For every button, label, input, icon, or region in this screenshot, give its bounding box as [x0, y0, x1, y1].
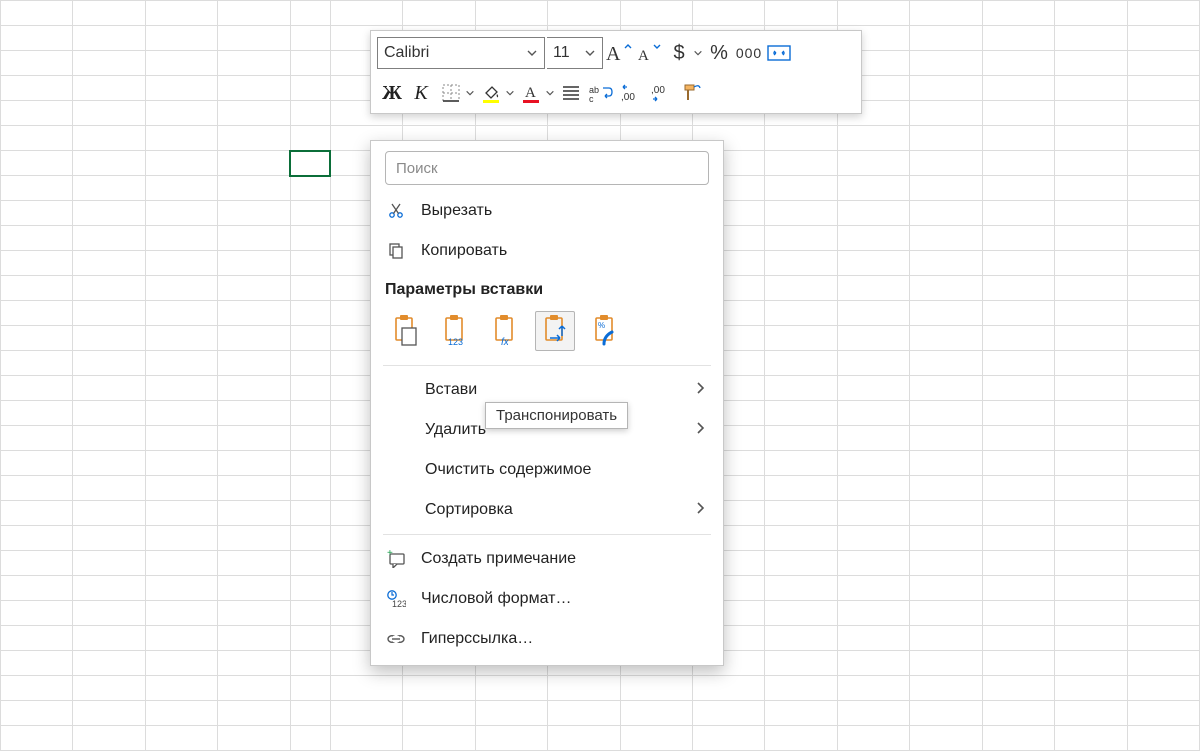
tooltip-text: Транспонировать	[496, 407, 617, 424]
menu-label: Создать примечание	[421, 550, 576, 568]
search-input[interactable]: Поиск	[385, 151, 709, 185]
link-icon	[385, 632, 407, 646]
chevron-down-icon	[505, 88, 515, 98]
font-name-combo[interactable]: Calibri	[377, 37, 545, 69]
chevron-down-icon	[584, 47, 596, 59]
copy-icon	[385, 242, 407, 260]
chevron-right-icon	[695, 421, 705, 440]
svg-text:,00: ,00	[621, 92, 635, 103]
menu-label: Сортировка	[385, 501, 513, 519]
decrease-decimal-icon[interactable]: ,00	[647, 77, 675, 109]
menu-cut[interactable]: Вырезать	[371, 191, 723, 231]
font-size-combo[interactable]: 11	[547, 37, 603, 69]
format-painter-icon[interactable]	[677, 77, 705, 109]
percent-format-icon[interactable]: %	[705, 37, 733, 69]
number-format-icon: 123	[385, 589, 407, 609]
separator	[383, 365, 711, 366]
menu-label: Удалить	[385, 421, 486, 439]
merge-cells-icon[interactable]	[765, 37, 793, 69]
paste-values-icon[interactable]: 123	[435, 311, 475, 351]
svg-text:fx: fx	[501, 337, 510, 348]
chevron-down-icon	[526, 47, 538, 59]
paste-options-row: 123 fx %	[371, 307, 723, 361]
menu-clear-contents[interactable]: Очистить содержимое	[371, 450, 723, 490]
svg-text:%: %	[598, 321, 605, 330]
paste-default-icon[interactable]	[385, 311, 425, 351]
font-color-icon: A	[517, 77, 545, 109]
bold-button[interactable]: Ж	[377, 77, 405, 109]
wrap-text-icon[interactable]: abc	[587, 77, 615, 109]
chevron-right-icon	[695, 381, 705, 400]
fill-color-icon	[477, 77, 505, 109]
currency-format-button[interactable]: $	[665, 37, 703, 69]
chevron-down-icon	[545, 88, 555, 98]
menu-number-format[interactable]: 123 Числовой формат…	[371, 579, 723, 619]
chevron-down-icon	[465, 88, 475, 98]
paste-formatting-icon[interactable]: %	[585, 311, 625, 351]
menu-label: Копировать	[421, 242, 507, 260]
fill-color-button[interactable]	[477, 77, 515, 109]
scissors-icon	[385, 202, 407, 220]
menu-label: Встави	[385, 381, 477, 399]
font-name-value: Calibri	[384, 44, 429, 62]
thousands-format-icon[interactable]: 000	[735, 37, 763, 69]
menu-label: Вырезать	[421, 202, 492, 220]
mini-toolbar: Calibri 11 A A $ % 000 Ж К	[370, 30, 862, 114]
increase-decimal-icon[interactable]: ,00	[617, 77, 645, 109]
search-placeholder: Поиск	[396, 160, 438, 177]
paste-transpose-icon[interactable]	[535, 311, 575, 351]
svg-text:+: +	[387, 550, 393, 559]
menu-label: Гиперссылка…	[421, 630, 533, 648]
svg-text:,00: ,00	[651, 85, 665, 96]
borders-icon	[437, 77, 465, 109]
menu-copy[interactable]: Копировать	[371, 231, 723, 271]
increase-font-icon[interactable]: A	[605, 37, 633, 69]
menu-sort[interactable]: Сортировка	[371, 490, 723, 530]
font-size-value: 11	[553, 44, 570, 62]
svg-text:A: A	[525, 85, 536, 101]
align-button[interactable]	[557, 77, 585, 109]
borders-button[interactable]	[437, 77, 475, 109]
svg-text:c: c	[589, 94, 594, 103]
italic-button[interactable]: К	[407, 77, 435, 109]
decrease-font-icon[interactable]: A	[635, 37, 663, 69]
svg-text:A: A	[638, 48, 649, 64]
paste-formulas-icon[interactable]: fx	[485, 311, 525, 351]
separator	[383, 534, 711, 535]
chevron-down-icon	[693, 48, 703, 58]
menu-label: Очистить содержимое	[385, 461, 591, 479]
font-color-button[interactable]: A	[517, 77, 555, 109]
svg-text:123: 123	[448, 337, 463, 347]
tooltip-transpose: Транспонировать	[485, 402, 628, 429]
menu-new-comment[interactable]: + Создать примечание	[371, 539, 723, 579]
paste-options-header: Параметры вставки	[371, 271, 723, 307]
svg-text:123: 123	[392, 599, 406, 609]
dollar-icon: $	[665, 37, 693, 69]
menu-hyperlink[interactable]: Гиперссылка…	[371, 619, 723, 659]
chevron-right-icon	[695, 501, 705, 520]
menu-label: Числовой формат…	[421, 590, 571, 608]
comment-icon: +	[385, 550, 407, 568]
svg-text:A: A	[606, 43, 621, 64]
